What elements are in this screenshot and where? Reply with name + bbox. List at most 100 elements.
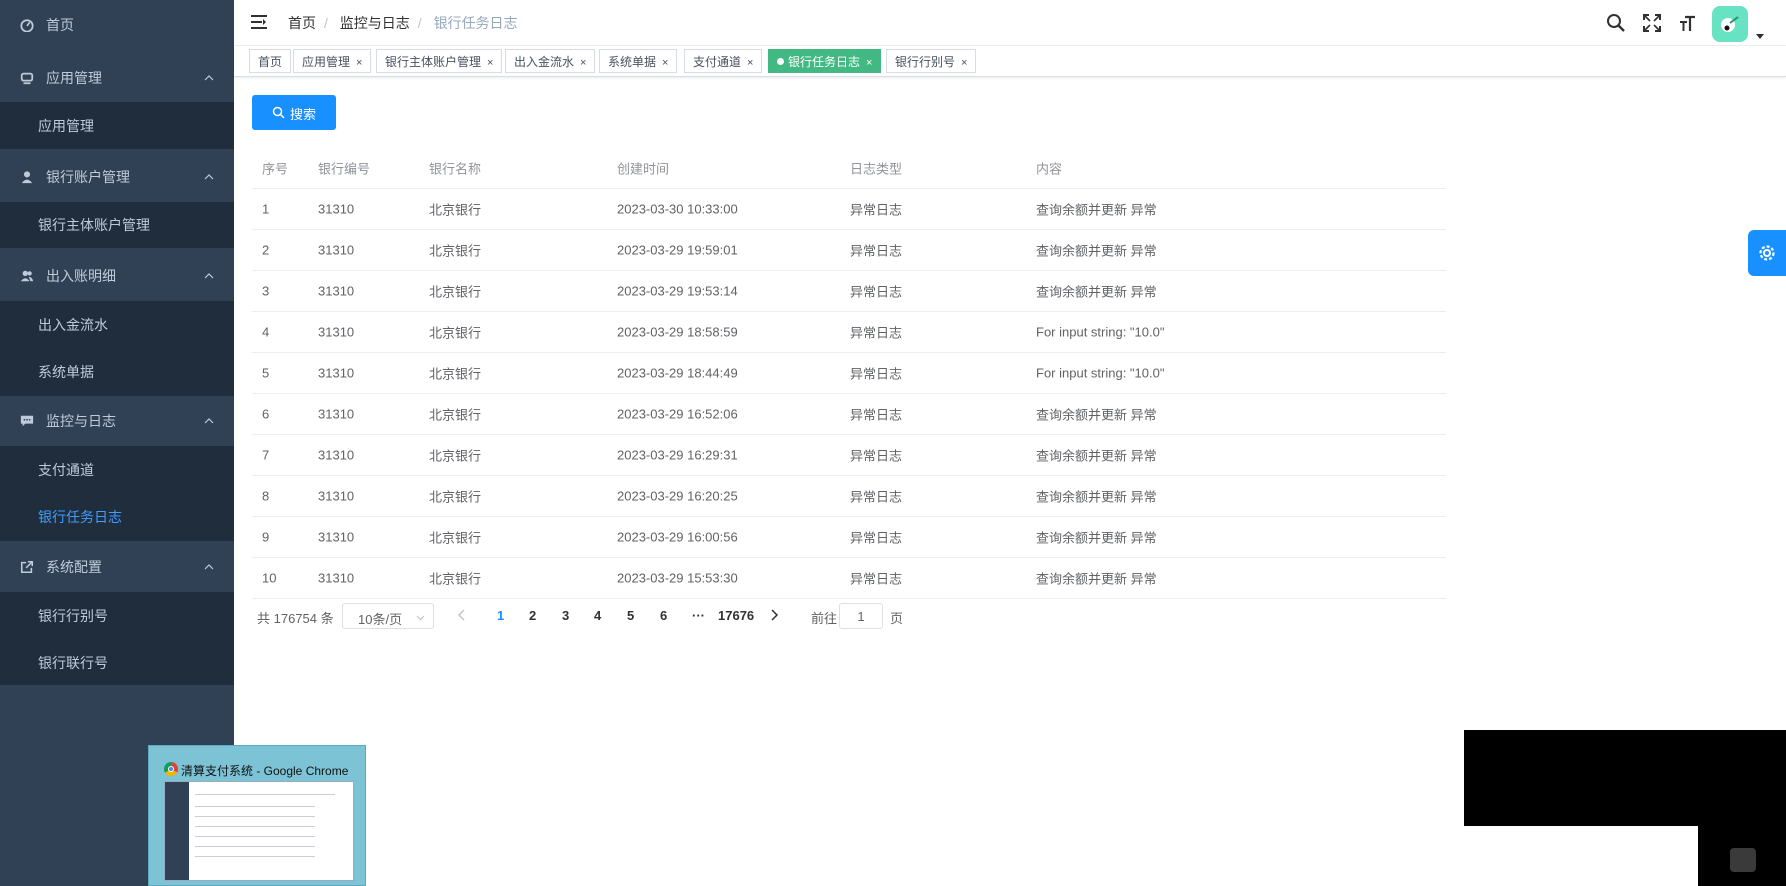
breadcrumb-current: 银行任务日志	[433, 15, 518, 31]
tag-home[interactable]: 首页	[249, 49, 292, 73]
avatar[interactable]	[1712, 6, 1748, 42]
breadcrumb: 首页 / 监控与日志 / 银行任务日志	[288, 15, 518, 31]
page-last[interactable]: 17676	[718, 608, 754, 623]
goto-page-input[interactable]	[839, 603, 883, 629]
caret-down-icon[interactable]	[1756, 34, 1764, 40]
tag-label: 银行任务日志	[788, 55, 861, 69]
table-cell: 2023-03-30 10:33:00	[617, 201, 738, 217]
table-cell: 1	[262, 201, 270, 217]
close-icon[interactable]: ×	[356, 57, 362, 69]
tag-bank-task-log[interactable]: 银行任务日志 ×	[768, 49, 882, 73]
sidebar-group-app[interactable]: 应用管理	[0, 53, 234, 103]
page-3[interactable]: 3	[562, 608, 569, 623]
page-size-select[interactable]: 10条/页	[342, 603, 434, 629]
sidebar-item-home[interactable]: 首页	[0, 0, 234, 50]
gear-icon	[1759, 245, 1775, 261]
breadcrumb-home[interactable]: 首页	[288, 15, 316, 31]
window-preview-image	[164, 781, 354, 881]
tag-app-manage[interactable]: 应用管理 ×	[293, 49, 372, 73]
column-header: 银行编号	[318, 161, 371, 176]
page-2[interactable]: 2	[529, 608, 536, 623]
close-icon[interactable]: ×	[747, 57, 753, 69]
close-icon[interactable]: ×	[487, 57, 493, 69]
sidebar-group-label: 银行账户管理	[46, 169, 130, 185]
close-icon[interactable]: ×	[961, 57, 967, 69]
close-icon[interactable]: ×	[662, 57, 668, 69]
page-1[interactable]: 1	[497, 608, 504, 623]
sidebar-group-system-config[interactable]: 系统配置	[0, 542, 234, 592]
table-cell: 查询余额并更新 异常	[1036, 530, 1157, 546]
tag-pay-channel[interactable]: 支付通道 ×	[684, 49, 763, 73]
settings-float-button[interactable]	[1748, 230, 1786, 276]
tag-label: 支付通道	[693, 55, 742, 69]
page-6[interactable]: 6	[660, 608, 667, 623]
table-cell: 异常日志	[850, 325, 903, 341]
chevron-up-icon	[204, 418, 214, 424]
sidebar-item-label: 出入金流水	[38, 317, 108, 333]
sidebar-item-label: 应用管理	[38, 118, 94, 134]
close-icon[interactable]: ×	[580, 57, 586, 69]
table-cell: 31310	[318, 529, 355, 545]
hamburger-icon[interactable]	[250, 13, 268, 31]
table-row: 9 31310 北京银行 2023-03-29 16:00:56 异常日志 查询余额并更新…	[252, 517, 1446, 558]
sidebar-item-bank-union-no[interactable]: 银行联行号	[0, 640, 234, 686]
page-5[interactable]: 5	[627, 608, 634, 623]
search-icon[interactable]	[1606, 13, 1626, 33]
sidebar-group-label: 系统配置	[46, 559, 102, 575]
chevron-up-icon	[204, 174, 214, 180]
table-cell: 查询余额并更新 异常	[1036, 448, 1157, 464]
table-cell: 查询余额并更新 异常	[1036, 284, 1157, 300]
breadcrumb-monitor[interactable]: 监控与日志	[340, 15, 410, 31]
sidebar-group-label: 出入账明细	[46, 268, 116, 284]
table-cell: 8	[262, 488, 270, 504]
sidebar-group-monitor[interactable]: 监控与日志	[0, 396, 234, 446]
table-cell: 4	[262, 324, 270, 340]
pagination: 共 176754 条 10条/页 1 2 3 4 5 6 ··· 17676 前…	[252, 602, 1052, 630]
sidebar-group-bank-account[interactable]: 银行账户管理	[0, 152, 234, 202]
sidebar-item-bank-type-no[interactable]: 银行行别号	[0, 593, 234, 639]
table-cell: 2023-03-29 16:29:31	[617, 447, 738, 463]
page-ellipsis[interactable]: ···	[692, 608, 705, 623]
chevron-down-icon	[416, 615, 425, 621]
close-icon[interactable]: ×	[866, 57, 872, 69]
table-cell: 2023-03-29 16:00:56	[617, 529, 738, 545]
prev-page-icon[interactable]	[457, 609, 467, 621]
tag-fund-flow[interactable]: 出入金流水 ×	[505, 49, 596, 73]
tag-label: 出入金流水	[514, 55, 575, 69]
next-page-icon[interactable]	[769, 609, 779, 621]
sidebar-item-fund-flow[interactable]: 出入金流水	[0, 302, 234, 348]
page-4[interactable]: 4	[594, 608, 601, 623]
table-row: 6 31310 北京银行 2023-03-29 16:52:06 异常日志 查询余额并更新…	[252, 394, 1446, 435]
table-cell: 2023-03-29 18:44:49	[617, 365, 738, 381]
table-cell: 2023-03-29 16:52:06	[617, 406, 738, 422]
column-header: 内容	[1036, 161, 1063, 176]
sidebar-item-app-manage[interactable]: 应用管理	[0, 103, 234, 149]
font-size-icon[interactable]	[1678, 13, 1698, 33]
table-cell: 北京银行	[429, 448, 482, 464]
sidebar-item-system-docs[interactable]: 系统单据	[0, 349, 234, 395]
sidebar-group-inout[interactable]: 出入账明细	[0, 251, 234, 301]
search-button[interactable]: 搜索	[252, 95, 336, 130]
table-cell: For input string: "10.0"	[1036, 365, 1165, 381]
taskbar-window-preview[interactable]: 清算支付系统 - Google Chrome	[148, 745, 366, 886]
chevron-up-icon	[204, 273, 214, 279]
tag-bank-main-account[interactable]: 银行主体账户管理 ×	[376, 49, 503, 73]
table-cell: 异常日志	[850, 366, 903, 382]
table-cell: 2023-03-29 15:53:30	[617, 570, 738, 586]
table-row: 1 31310 北京银行 2023-03-30 10:33:00 异常日志 查询余额并更新…	[252, 189, 1446, 230]
table-cell: 异常日志	[850, 243, 903, 259]
sidebar-item-bank-task-log[interactable]: 银行任务日志	[0, 494, 234, 540]
tag-system-docs[interactable]: 系统单据 ×	[599, 49, 678, 73]
table-cell: 异常日志	[850, 571, 903, 587]
sidebar-item-pay-channel[interactable]: 支付通道	[0, 447, 234, 493]
fullscreen-icon[interactable]	[1642, 13, 1662, 33]
column-header: 日志类型	[850, 161, 903, 176]
sidebar-item-bank-main-account[interactable]: 银行主体账户管理	[0, 202, 234, 248]
navbar: 首页 / 监控与日志 / 银行任务日志	[234, 0, 1786, 46]
video-overlay	[1464, 730, 1786, 826]
table-cell: For input string: "10.0"	[1036, 324, 1165, 340]
tag-bank-type-no[interactable]: 银行行别号 ×	[886, 49, 977, 73]
table-cell: 31310	[318, 406, 355, 422]
goto-suffix: 页	[890, 611, 904, 626]
table-cell: 北京银行	[429, 530, 482, 546]
